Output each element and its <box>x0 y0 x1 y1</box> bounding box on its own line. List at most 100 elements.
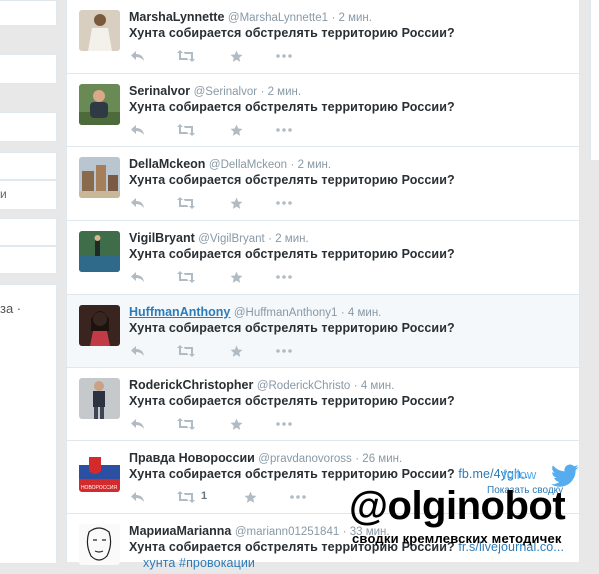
tweet-header: RoderickChristopher @RoderickChristo · 4… <box>129 378 394 392</box>
tweet-text-body: Хунта собирается обстрелять территорию Р… <box>129 26 455 40</box>
favorite-icon[interactable] <box>241 489 259 505</box>
avatar[interactable] <box>79 305 120 346</box>
retweet-count[interactable]: 1 <box>201 490 207 502</box>
tweet-author-handle[interactable]: @VigilBryant <box>198 233 264 245</box>
retweet-icon[interactable] <box>177 122 195 138</box>
favorite-icon[interactable] <box>227 195 245 211</box>
avatar[interactable]: НОВОРОССИЯ <box>79 451 120 492</box>
tweet[interactable]: VigilBryant @VigilBryant · 2 мин. Хунта с… <box>67 221 579 295</box>
tweet-author-name[interactable]: Serinalvor <box>129 84 190 98</box>
favorite-icon[interactable] <box>227 269 245 285</box>
sidebar-card <box>0 218 57 246</box>
reply-icon[interactable] <box>129 195 147 211</box>
avatar[interactable] <box>79 157 120 198</box>
tweet-text: Хунта собирается обстрелять территорию Р… <box>129 247 455 261</box>
tweet-text: Хунта собирается обстрелять территорию Р… <box>129 173 455 187</box>
tweet-header: VigilBryant @VigilBryant · 2 мин. <box>129 231 309 245</box>
tweet[interactable]: DellaMckeon @DellaMckeon · 2 мин. Хунта с… <box>67 147 579 221</box>
sidebar-snippet: и <box>0 187 7 201</box>
tweet-hashtags[interactable]: хунта #провокации <box>143 556 255 570</box>
tweet-text-body: Хунта собирается обстрелять территорию Р… <box>129 467 455 481</box>
tweet-text-body: Хунта собирается обстрелять территорию Р… <box>129 173 455 187</box>
tweet-author-handle[interactable]: @Serinalvor <box>194 86 257 98</box>
favorite-icon[interactable] <box>227 416 245 432</box>
favorite-icon[interactable] <box>227 122 245 138</box>
reply-icon[interactable] <box>129 489 147 505</box>
tweet-timestamp[interactable]: · 2 мин. <box>268 233 309 245</box>
tweet-timestamp[interactable]: · 2 мин. <box>261 86 302 98</box>
more-icon[interactable] <box>275 195 293 211</box>
tweet-header: HuffmanAnthony @HuffmanAnthony1 · 4 мин. <box>129 305 381 319</box>
avatar[interactable] <box>79 231 120 272</box>
tweet-timestamp[interactable]: · 2 мин. <box>331 12 372 24</box>
tweet-header: DellaMckeon @DellaMckeon · 2 мин. <box>129 157 331 171</box>
follow-link[interactable]: follow <box>503 467 536 482</box>
favorite-icon[interactable] <box>227 48 245 64</box>
retweet-icon[interactable] <box>177 489 195 505</box>
tweet-author-handle[interactable]: @mariann01251841 <box>235 526 339 538</box>
tweet-author-name[interactable]: MarshaLynnette <box>129 10 224 24</box>
tweet-timestamp[interactable]: · 2 мин. <box>291 159 332 171</box>
sidebar-card: за · <box>0 284 57 564</box>
tweet-header: Serinalvor @Serinalvor · 2 мин. <box>129 84 301 98</box>
retweet-icon[interactable] <box>177 343 195 359</box>
reply-icon[interactable] <box>129 416 147 432</box>
reply-icon[interactable] <box>129 343 147 359</box>
tweet[interactable]: RoderickChristopher @RoderickChristo · 4… <box>67 368 579 441</box>
tweet-header: Правда Новороссии @pravdanovoross · 26 м… <box>129 451 402 465</box>
tweet-timestamp[interactable]: · 4 мин. <box>341 307 382 319</box>
left-sidebar: и за · <box>0 0 57 564</box>
tweet-author-handle[interactable]: @HuffmanAnthony1 <box>234 307 338 319</box>
svg-text:НОВОРОССИЯ: НОВОРОССИЯ <box>81 485 117 491</box>
watermark-subtitle: сводки кремлевских методичек <box>352 531 562 546</box>
tweet-timestamp[interactable]: · 4 мин. <box>354 380 395 392</box>
sidebar-card <box>0 112 57 142</box>
watermark-title: @olginobot <box>349 484 566 528</box>
tweet-author-handle[interactable]: @DellaMckeon <box>209 159 287 171</box>
avatar[interactable] <box>79 378 120 419</box>
tweet-author-name[interactable]: VigilBryant <box>129 231 195 245</box>
sidebar-card <box>0 0 57 26</box>
tweet-text-body: Хунта собирается обстрелять территорию Р… <box>129 394 455 408</box>
retweet-icon[interactable] <box>177 48 195 64</box>
tweet-text: Хунта собирается обстрелять территорию Р… <box>129 467 532 481</box>
tweet[interactable]: HuffmanAnthony @HuffmanAnthony1 · 4 мин.… <box>67 295 579 368</box>
more-icon[interactable] <box>289 489 307 505</box>
tweet-author-handle[interactable]: @MarshaLynnette1 <box>228 12 328 24</box>
more-icon[interactable] <box>275 269 293 285</box>
right-sidebar-edge <box>590 0 599 160</box>
tweet-text-body: Хунта собирается обстрелять территорию Р… <box>129 321 455 335</box>
favorite-icon[interactable] <box>227 343 245 359</box>
tweet[interactable]: MarshaLynnette @MarshaLynnette1 · 2 мин.… <box>67 0 579 74</box>
reply-icon[interactable] <box>129 269 147 285</box>
reply-icon[interactable] <box>129 122 147 138</box>
tweet-text: Хунта собирается обстрелять территорию Р… <box>129 394 455 408</box>
tweet-text: Хунта собирается обстрелять территорию Р… <box>129 321 455 335</box>
tweet-author-name[interactable]: МарииаMarianna <box>129 524 231 538</box>
tweet-author-name[interactable]: DellaMckeon <box>129 157 205 171</box>
tweet-author-handle[interactable]: @pravdanovoross <box>258 453 352 465</box>
avatar[interactable] <box>79 524 120 565</box>
tweet-text-body: Хунта собирается обстрелять территорию Р… <box>129 247 455 261</box>
retweet-icon[interactable] <box>177 195 195 211</box>
tweet-author-handle[interactable]: @RoderickChristo <box>257 380 350 392</box>
sidebar-card <box>0 152 57 180</box>
tweet-text: Хунта собирается обстрелять территорию Р… <box>129 26 455 40</box>
more-icon[interactable] <box>275 48 293 64</box>
avatar[interactable] <box>79 84 120 125</box>
tweet-author-name[interactable]: Правда Новороссии <box>129 451 255 465</box>
avatar[interactable] <box>79 10 120 51</box>
sidebar-card[interactable]: и <box>0 180 57 210</box>
tweet-author-name[interactable]: HuffmanAnthony <box>129 305 230 319</box>
retweet-icon[interactable] <box>177 269 195 285</box>
tweet[interactable]: Serinalvor @Serinalvor · 2 мин. Хунта соб… <box>67 74 579 147</box>
more-icon[interactable] <box>275 416 293 432</box>
retweet-icon[interactable] <box>177 416 195 432</box>
reply-icon[interactable] <box>129 48 147 64</box>
more-icon[interactable] <box>275 122 293 138</box>
sidebar-snippet: за · <box>0 301 22 316</box>
more-icon[interactable] <box>275 343 293 359</box>
tweet-text-body: Хунта собирается обстрелять территорию Р… <box>129 100 455 114</box>
tweet-author-name[interactable]: RoderickChristopher <box>129 378 253 392</box>
tweet-timestamp[interactable]: · 26 мин. <box>355 453 402 465</box>
